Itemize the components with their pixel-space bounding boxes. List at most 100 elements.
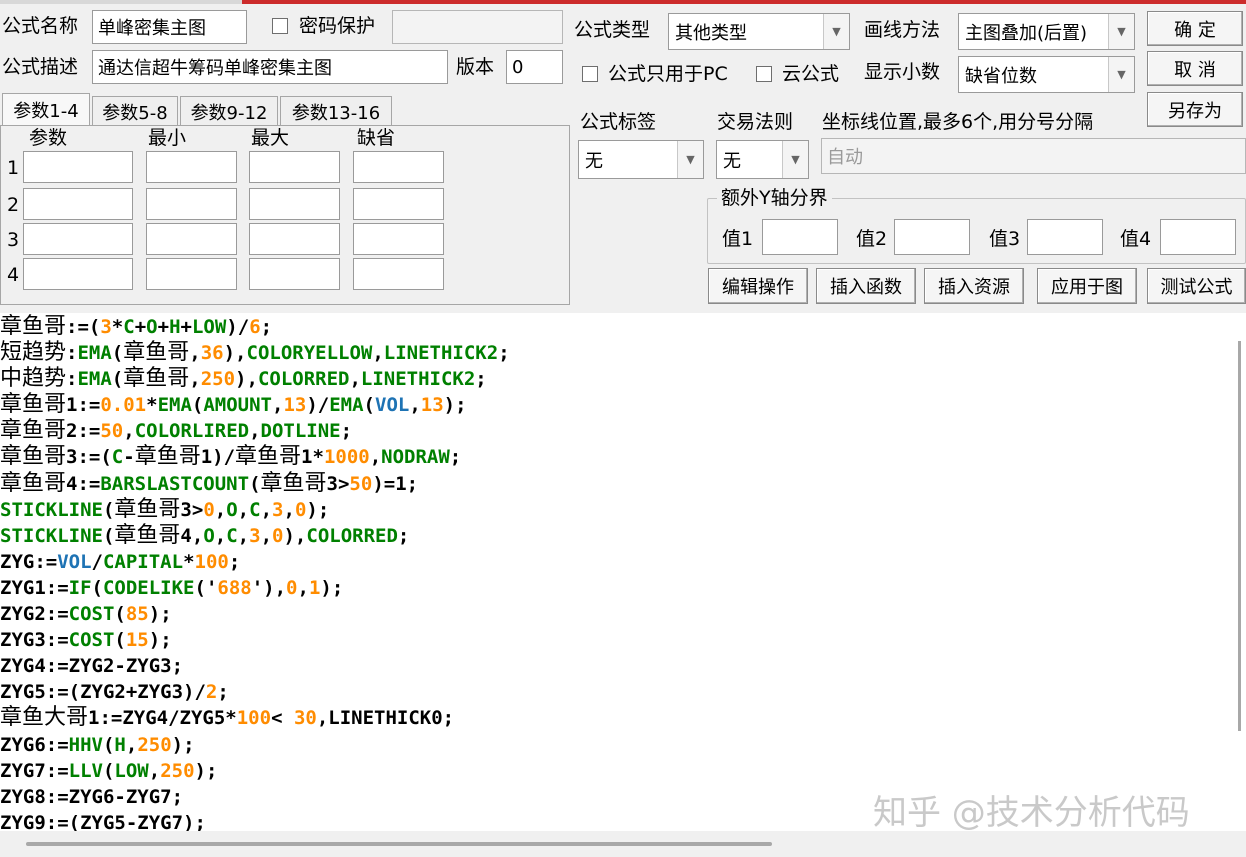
code-token: 中趋势 [0,366,67,392]
password-input[interactable] [392,10,563,44]
code-token: + [180,316,192,338]
tab-params-1-4[interactable]: 参数1-4 [2,93,90,126]
edit-operations-button[interactable]: 编辑操作 [708,268,808,304]
param-default-input[interactable] [353,188,444,220]
cloud-checkbox[interactable] [756,66,772,82]
code-token: 250 [137,733,172,756]
code-token: O [226,498,238,521]
code-line[interactable]: ZYG1:=IF(CODELIKE('688'),0,1); [0,575,1226,601]
value-1-input[interactable] [762,219,838,255]
ok-button[interactable]: 确 定 [1147,11,1243,46]
code-token: ; [260,316,273,338]
code-line[interactable]: 章鱼哥:=(3*C+O+H+LOW)/6; [0,314,1226,340]
code-line[interactable]: STICKLINE(章鱼哥4,O,C,3,0),COLORRED; [0,523,1226,549]
code-token: )/ [226,316,250,338]
vertical-scrollbar[interactable] [1226,313,1246,831]
formula-tag-select[interactable]: 无 ▼ [578,140,704,179]
param-name-input[interactable] [23,188,133,220]
value-4-input[interactable] [1160,219,1236,255]
code-token: 2:= [66,420,101,443]
code-token: 6 [249,316,261,338]
code-token: : [66,342,78,365]
value-2-input[interactable] [894,219,970,255]
code-line[interactable]: ZYG6:=HHV(H,250); [0,732,1226,758]
code-line[interactable]: 章鱼哥4:=BARSLASTCOUNT(章鱼哥3>50)=1; [0,471,1226,497]
code-editor[interactable]: 章鱼哥:=(3*C+O+H+LOW)/6; 短趋势:EMA(章鱼哥,36),COL… [0,313,1226,831]
code-line[interactable]: 章鱼哥2:=50,COLORLIRED,DOTLINE; [0,418,1226,444]
formula-desc-input[interactable]: 通达信超牛筹码单峰密集主图 [92,50,448,84]
code-token: (' [194,576,218,599]
coord-line-input[interactable]: 自动 [821,138,1246,174]
param-min-input[interactable] [146,223,237,255]
horizontal-scrollbar[interactable] [0,831,1246,857]
insert-resource-button[interactable]: 插入资源 [924,268,1024,304]
code-token: EMA [77,368,112,391]
code-token: EMA [329,394,364,417]
param-name-input[interactable] [23,258,133,290]
code-token: 50 [100,420,124,443]
tab-params-9-12[interactable]: 参数9-12 [180,96,278,126]
draw-method-select[interactable]: 主图叠加(后置) ▼ [958,13,1135,50]
code-token: 章鱼大哥 [0,705,89,731]
code-token: ZYG7:= [0,759,69,782]
apply-to-chart-button[interactable]: 应用于图 [1037,268,1137,304]
param-max-input[interactable] [249,258,340,290]
code-line[interactable]: ZYG5:=(ZYG2+ZYG3)/2; [0,679,1226,705]
formula-name-input[interactable]: 单峰密集主图 [92,10,247,44]
param-default-input[interactable] [353,151,444,183]
param-header-min: 最小 [148,127,187,149]
param-max-input[interactable] [249,223,340,255]
param-max-input[interactable] [249,188,340,220]
code-line[interactable]: 短趋势:EMA(章鱼哥,36),COLORYELLOW,LINETHICK2; [0,340,1226,366]
code-line[interactable]: 章鱼哥3:=(C-章鱼哥1)/章鱼哥1*1000,NODRAW; [0,444,1226,470]
trade-rule-select[interactable]: 无 ▼ [716,140,809,179]
param-min-input[interactable] [146,151,237,183]
code-line[interactable]: ZYG:=VOL/CAPITAL*100; [0,549,1226,575]
code-token: COLORRED [257,368,350,391]
param-min-input[interactable] [146,258,237,290]
param-default-input[interactable] [353,223,444,255]
scrollbar-thumb[interactable] [1238,341,1241,731]
code-token: , [123,420,135,443]
formula-tag-label: 公式标签 [580,111,657,133]
code-line[interactable]: ZYG3:=COST(15); [0,627,1226,653]
pc-only-checkbox[interactable] [582,66,598,82]
cloud-label: 云公式 [782,63,840,85]
code-line[interactable]: ZYG2:=COST(85); [0,601,1226,627]
decimals-select[interactable]: 缺省位数 ▼ [958,56,1135,93]
code-line[interactable]: 章鱼大哥1:=ZYG4/ZYG5*100< 30,LINETHICK0; [0,705,1226,731]
chevron-down-icon: ▼ [782,141,808,178]
param-default-input[interactable] [353,258,444,290]
version-input[interactable]: 0 [506,50,563,84]
extra-y-axis-label: 额外Y轴分界 [717,189,832,208]
test-formula-button[interactable]: 测试公式 [1147,268,1246,304]
code-line[interactable]: 中趋势:EMA(章鱼哥,250),COLORRED,LINETHICK2; [0,366,1226,392]
tab-params-13-16[interactable]: 参数13-16 [280,96,392,126]
formula-type-select[interactable]: 其他类型 ▼ [668,13,850,50]
code-token: 章鱼哥 [123,340,190,366]
param-name-input[interactable] [23,223,133,255]
code-line[interactable]: ZYG7:=LLV(LOW,250); [0,758,1226,784]
save-as-button[interactable]: 另存为 [1147,92,1243,127]
cancel-button[interactable]: 取 消 [1147,51,1243,86]
param-name-input[interactable] [23,151,133,183]
code-token: O [146,316,158,338]
code-token: 短趋势 [0,340,67,366]
value-3-input[interactable] [1027,219,1103,255]
code-line[interactable]: ZYG4:=ZYG2-ZYG3; [0,653,1226,679]
param-min-input[interactable] [146,188,237,220]
code-token: LINETHICK2 [360,368,476,391]
tab-params-5-8[interactable]: 参数5-8 [92,96,178,126]
code-token: 章鱼哥 [134,444,201,470]
code-token: VOL [57,550,92,573]
code-token: 0 [294,498,307,521]
code-line[interactable]: STICKLINE(章鱼哥3>0,O,C,3,0); [0,497,1226,523]
param-header-default: 缺省 [357,127,396,149]
param-max-input[interactable] [249,151,340,183]
password-checkbox[interactable] [272,18,288,34]
code-token: DOTLINE [260,420,341,443]
code-line[interactable]: 章鱼哥1:=0.01*EMA(AMOUNT,13)/EMA(VOL,13); [0,392,1226,418]
code-token: 13 [420,394,444,417]
scrollbar-thumb[interactable] [26,842,772,846]
insert-function-button[interactable]: 插入函数 [816,268,916,304]
